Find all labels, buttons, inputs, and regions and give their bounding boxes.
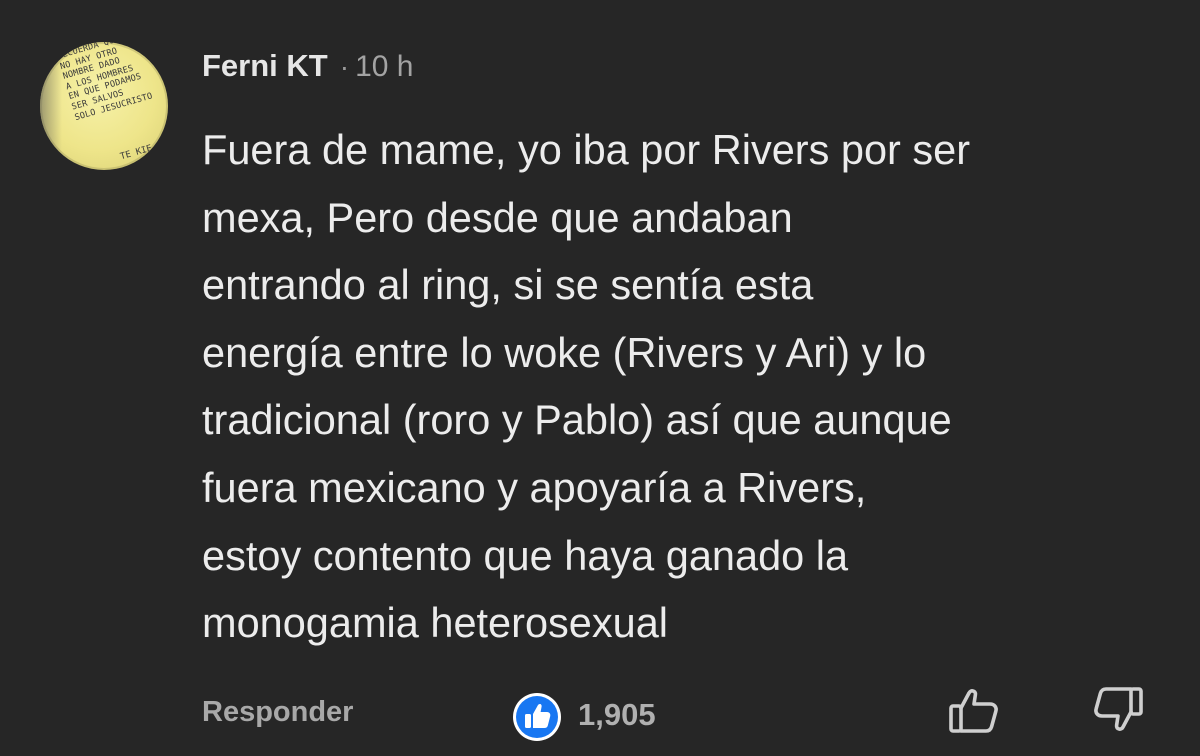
comment-line: fuera mexicano y apoyaría a Rivers, xyxy=(202,463,867,511)
reaction-count: 1,905 xyxy=(578,697,656,732)
comment-line: Fuera de mame, yo iba por Rivers por ser xyxy=(202,126,971,173)
meta-separator: · xyxy=(339,51,350,82)
avatar[interactable]: RECUERDA QUE NO HAY OTRO NOMBRE DADO A L… xyxy=(40,42,168,170)
thumbs-up-outline-icon[interactable] xyxy=(946,682,1002,738)
reply-button[interactable]: Responder xyxy=(202,696,353,729)
comment-line: monogamia heterosexual xyxy=(202,599,669,647)
author-name[interactable]: Ferni KT xyxy=(202,48,328,84)
comment-line: estoy contento que haya ganado la xyxy=(202,531,849,579)
avatar-sign-text: TE KIE xyxy=(119,143,154,163)
comment-line: tradicional (roro y Pablo) así que aunqu… xyxy=(202,396,952,444)
comment-line: entrando al ring, si se sentía esta xyxy=(202,261,814,309)
comment-header: Ferni KT · 10 h xyxy=(202,48,413,84)
comment-line: energía entre lo woke (Rivers y Ari) y l… xyxy=(202,328,927,376)
timestamp[interactable]: 10 h xyxy=(355,50,413,84)
thumbs-down-outline-icon[interactable] xyxy=(1090,682,1146,738)
comment-body: Fuera de mame, yo iba por Rivers por ser… xyxy=(202,116,1182,657)
like-reaction-icon[interactable] xyxy=(512,692,562,742)
comment-line: mexa, Pero desde que andaban xyxy=(202,193,793,241)
avatar-note-text: RECUERDA QUE NO HAY OTRO NOMBRE DADO A L… xyxy=(56,42,154,123)
comment: RECUERDA QUE NO HAY OTRO NOMBRE DADO A L… xyxy=(0,0,1200,756)
